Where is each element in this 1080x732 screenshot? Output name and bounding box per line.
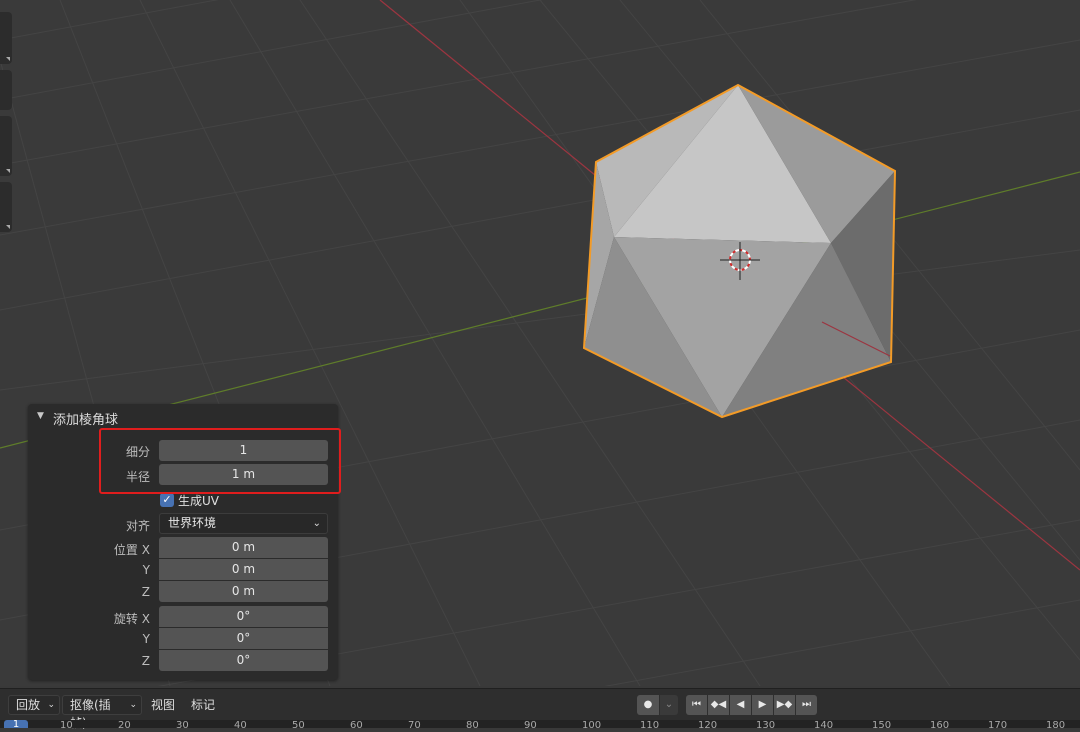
chevron-down-icon: ⌄ (312, 518, 321, 529)
rotation-y-field[interactable]: 0° (159, 628, 328, 649)
ruler-tick-label: 60 (350, 720, 363, 729)
frame-ruler[interactable]: 1 10 20 30 40 50 60 70 80 90 100 110 120 130 140 150 16… (0, 720, 1080, 728)
rotation-z-label: Z (141, 654, 150, 668)
playback-menu[interactable]: 回放 ⌄ (8, 695, 60, 715)
expand-corner-icon (6, 169, 10, 173)
timeline-header: 回放 ⌄ 抠像(插帧)⌄ 视图 标记 ● ⌄ ⏮ ◆◀ ◀ ▶ ▶◆ ⏭ (0, 688, 1080, 730)
rotation-label-text: 旋转 (113, 612, 138, 626)
record-options-button[interactable]: ⌄ (660, 695, 678, 715)
ruler-tick-label: 10 (60, 720, 73, 729)
generate-uv-label[interactable]: 生成UV (178, 492, 219, 509)
align-value: 世界环境 (168, 516, 217, 530)
ruler-tick-label: 120 (698, 720, 718, 729)
location-x-axis-label: X (141, 543, 150, 557)
ruler-tick-label: 30 (176, 720, 189, 729)
rotation-x-axis-label: X (141, 612, 150, 626)
ruler-tick-label: 180 (1046, 720, 1066, 729)
ruler-tick-label: 110 (640, 720, 660, 729)
tool-button-measure[interactable] (0, 116, 12, 176)
play-icon[interactable]: ▶ (752, 695, 773, 715)
ruler-tick-label: 80 (466, 720, 479, 729)
rotation-y-label: Y (142, 632, 150, 646)
tool-button-add-cube[interactable] (0, 182, 12, 232)
location-y-field[interactable]: 0 m (159, 559, 328, 580)
ruler-tick-label: 130 (756, 720, 776, 729)
tool-button-transform[interactable] (0, 12, 12, 64)
playback-label: 回放 (16, 698, 41, 712)
play-reverse-icon[interactable]: ◀ (730, 695, 751, 715)
ruler-tick-label: 100 (582, 720, 602, 729)
record-button[interactable]: ● (637, 695, 659, 715)
panel-title: 添加棱角球 (53, 413, 119, 428)
marker-menu[interactable]: 标记 (191, 695, 215, 715)
location-z-field[interactable]: 0 m (159, 581, 328, 602)
tool-button-annotate[interactable] (0, 70, 12, 110)
tool-shelf (0, 0, 14, 236)
location-label-text: 位置 (113, 543, 138, 557)
current-frame-indicator[interactable]: 1 (4, 720, 28, 728)
ruler-tick-label: 50 (292, 720, 305, 729)
panel-header[interactable]: ▼ 添加棱角球 (28, 404, 338, 430)
align-dropdown[interactable]: 世界环境 ⌄ (159, 513, 328, 534)
chevron-down-icon: ⌄ (129, 700, 137, 710)
ruler-tick-label: 20 (118, 720, 131, 729)
location-label: 位置 X (58, 541, 150, 558)
rotation-z-field[interactable]: 0° (159, 650, 328, 671)
rotation-x-field[interactable]: 0° (159, 606, 328, 627)
generate-uv-checkbox[interactable]: ✓ (160, 493, 174, 507)
ruler-tick-label: 70 (408, 720, 421, 729)
location-z-label: Z (141, 585, 150, 599)
jump-end-icon[interactable]: ⏭ (796, 695, 817, 715)
jump-next-keyframe-icon[interactable]: ▶◆ (774, 695, 795, 715)
expand-corner-icon (6, 225, 10, 229)
rotation-label: 旋转 X (58, 610, 150, 627)
highlight-box (99, 428, 341, 494)
location-x-field[interactable]: 0 m (159, 537, 328, 558)
jump-start-icon[interactable]: ⏮ (686, 695, 707, 715)
ruler-tick-label: 40 (234, 720, 247, 729)
ruler-tick-label: 140 (814, 720, 834, 729)
ruler-tick-label: 170 (988, 720, 1008, 729)
ruler-tick-label: 160 (930, 720, 950, 729)
collapse-arrow-icon[interactable]: ▼ (37, 411, 44, 421)
keying-menu[interactable]: 抠像(插帧)⌄ (62, 695, 142, 730)
jump-prev-keyframe-icon[interactable]: ◆◀ (708, 695, 729, 715)
location-y-label: Y (142, 563, 150, 577)
align-label: 对齐 (125, 519, 150, 533)
ruler-tick-label: 90 (524, 720, 537, 729)
chevron-down-icon: ⌄ (47, 700, 55, 710)
view-menu[interactable]: 视图 (151, 695, 175, 715)
ruler-tick-label: 150 (872, 720, 892, 729)
expand-corner-icon (6, 57, 10, 61)
